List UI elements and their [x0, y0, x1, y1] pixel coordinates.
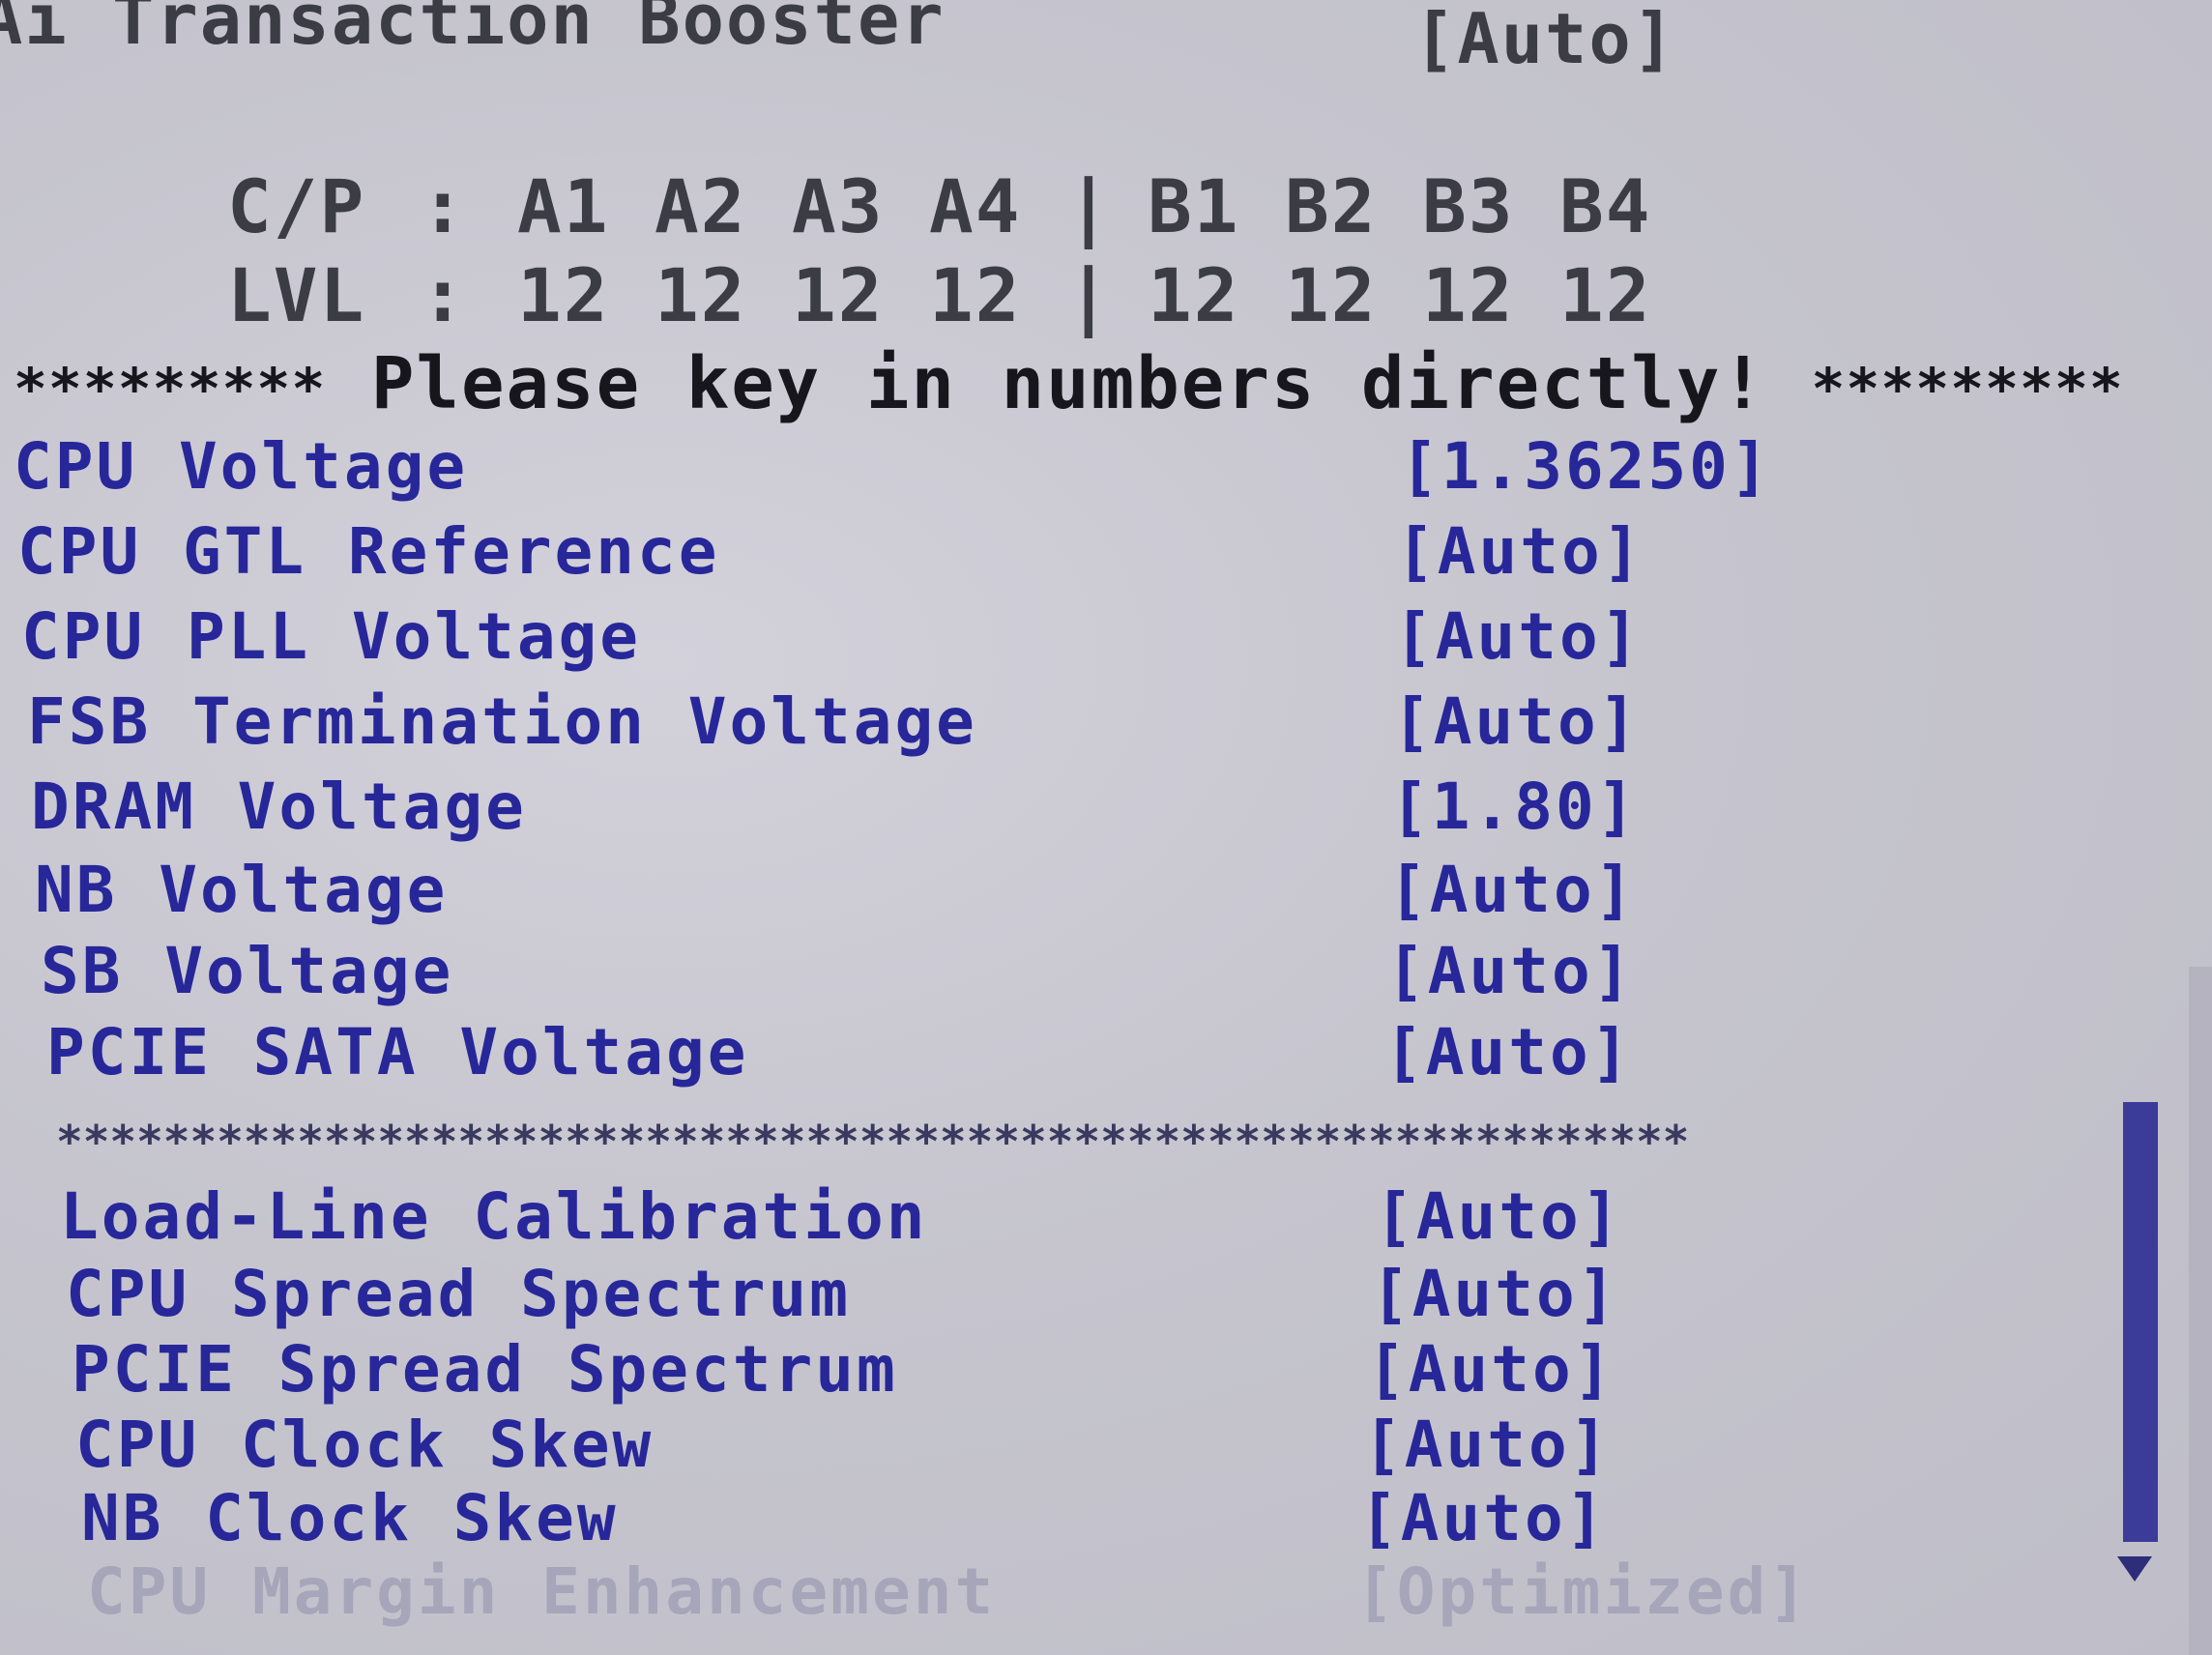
item-value[interactable]: [1.36250]: [1400, 429, 1772, 504]
item-label: PCIE Spread Spectrum: [72, 1332, 898, 1407]
level-b1: 12: [1148, 252, 1240, 338]
menu-item-fsb-termination-voltage[interactable]: FSB Termination Voltage [Auto]: [27, 684, 2135, 762]
menu-item-sb-voltage[interactable]: SB Voltage [Auto]: [41, 934, 2148, 1011]
item-label: FSB Termination Voltage: [27, 684, 977, 759]
menu-item-cpu-spread-spectrum[interactable]: CPU Spread Spectrum [Auto]: [66, 1257, 2096, 1334]
item-value[interactable]: [Auto]: [1396, 514, 1644, 589]
menu-item-nb-clock-skew[interactable]: NB Clock Skew [Auto]: [81, 1481, 2111, 1558]
level-a1: 12: [517, 252, 610, 338]
item-label: PCIE SATA Voltage: [46, 1015, 749, 1089]
key-in-notice: ********* Please key in numbers directly…: [14, 342, 2124, 425]
colon: :: [421, 252, 467, 338]
level-b2: 12: [1285, 252, 1378, 338]
menu-item-cpu-clock-skew[interactable]: CPU Clock Skew [Auto]: [75, 1408, 2106, 1485]
item-label: CPU Spread Spectrum: [66, 1257, 851, 1331]
notice-stars-left: *********: [14, 356, 327, 421]
bios-screen: Ai Transaction Booster [Auto] C/P: A1 A2 A3…: [0, 0, 2212, 1655]
item-label: CPU GTL Reference: [17, 514, 720, 589]
item-label: CPU Clock Skew: [75, 1408, 655, 1482]
item-value[interactable]: [1.80]: [1390, 769, 1638, 844]
level-a4: 12: [929, 252, 1022, 338]
level-a2: 12: [655, 252, 747, 338]
item-value[interactable]: [Auto]: [1359, 1481, 1607, 1555]
ai-transaction-booster-label[interactable]: Ai Transaction Booster: [0, 0, 946, 60]
menu-item-nb-voltage[interactable]: NB Voltage [Auto]: [35, 853, 2142, 930]
menu-item-cpu-gtl-reference[interactable]: CPU GTL Reference [Auto]: [17, 514, 2125, 592]
item-value[interactable]: [Auto]: [1392, 684, 1640, 759]
menu-item-dram-voltage[interactable]: DRAM Voltage [1.80]: [31, 769, 2139, 847]
item-value[interactable]: [Auto]: [1371, 1257, 1618, 1331]
menu-item-pcie-spread-spectrum[interactable]: PCIE Spread Spectrum [Auto]: [72, 1332, 2102, 1409]
item-label: DRAM Voltage: [31, 769, 527, 844]
item-value[interactable]: [Auto]: [1386, 934, 1634, 1008]
notice-stars-right: *********: [1811, 356, 2124, 421]
item-value: [Optimized]: [1355, 1554, 1811, 1629]
item-label: Load-Line Calibration: [60, 1179, 928, 1254]
item-label: CPU Margin Enhancement: [87, 1554, 997, 1629]
item-value[interactable]: [Auto]: [1375, 1179, 1622, 1254]
down-arrow-icon[interactable]: [2117, 1556, 2152, 1582]
item-label: CPU PLL Voltage: [21, 599, 642, 674]
item-label: SB Voltage: [41, 934, 454, 1008]
menu-item-load-line-calibration[interactable]: Load-Line Calibration [Auto]: [60, 1179, 2090, 1257]
level-a3: 12: [792, 252, 885, 338]
item-value[interactable]: [Auto]: [1384, 1015, 1632, 1089]
scrollbar-thumb[interactable]: [2123, 1102, 2158, 1542]
separator: |: [1066, 252, 1113, 338]
level-b4: 12: [1559, 252, 1652, 338]
menu-item-cpu-voltage[interactable]: CPU Voltage [1.36250]: [14, 429, 2121, 507]
item-label: NB Clock Skew: [81, 1481, 619, 1555]
item-label: NB Voltage: [35, 853, 449, 927]
menu-item-cpu-pll-voltage[interactable]: CPU PLL Voltage [Auto]: [21, 599, 2129, 677]
item-value[interactable]: [Auto]: [1363, 1408, 1611, 1482]
item-value[interactable]: [Auto]: [1367, 1332, 1615, 1407]
screen-edge: [2189, 967, 2212, 1655]
menu-item-cpu-margin-enhancement: CPU Margin Enhancement [Optimized]: [87, 1554, 2117, 1632]
menu-item-pcie-sata-voltage[interactable]: PCIE SATA Voltage [Auto]: [46, 1015, 2154, 1092]
level-b3: 12: [1422, 252, 1515, 338]
item-label: CPU Voltage: [14, 429, 469, 504]
ai-transaction-booster-value[interactable]: [Auto]: [1413, 0, 1676, 79]
notice-text: Please key in numbers directly!: [370, 342, 1766, 425]
item-value[interactable]: [Auto]: [1394, 599, 1642, 674]
section-divider: ****************************************…: [56, 1116, 1690, 1168]
lvl-label: LVL: [227, 252, 366, 338]
item-value[interactable]: [Auto]: [1388, 853, 1636, 927]
